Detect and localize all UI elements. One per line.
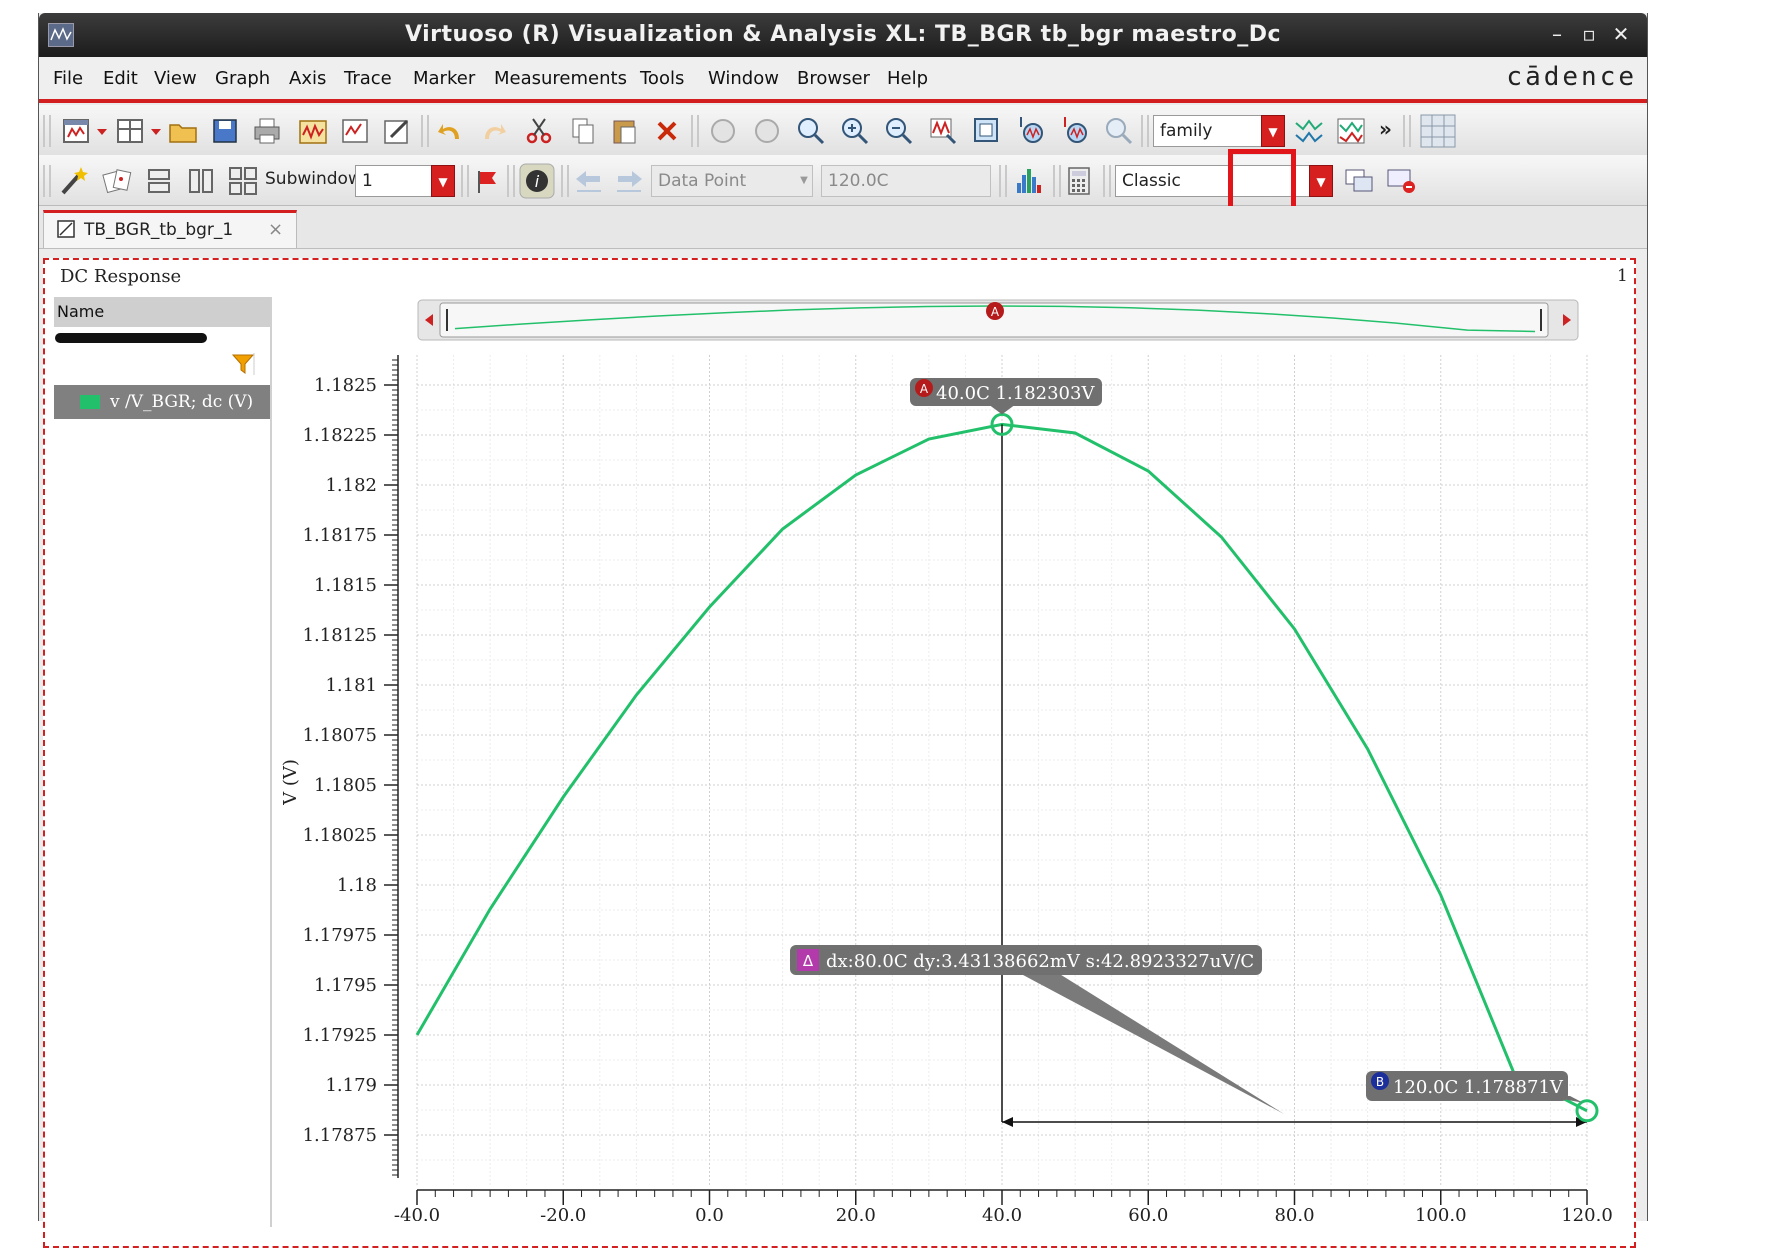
y-tick-label: 1.17975 (303, 925, 377, 946)
y-tick-label: 1.18025 (303, 825, 377, 846)
x-tick-label: 20.0 (836, 1205, 876, 1221)
delta-pointer (1010, 968, 1284, 1114)
x-tick-label: 60.0 (1128, 1205, 1168, 1221)
x-tick-label: 80.0 (1274, 1205, 1314, 1221)
x-tick-label: -40.0 (394, 1205, 440, 1221)
x-tick-label: -20.0 (540, 1205, 586, 1221)
marker-b-letter: B (1376, 1075, 1384, 1089)
marker-b-label-text: 120.0C 1.178871V (1393, 1077, 1564, 1098)
overview-marker-a-letter: A (991, 305, 1000, 319)
y-tick-label: 1.18125 (303, 625, 377, 646)
marker-b-label[interactable]: B 120.0C 1.178871V (1366, 1071, 1583, 1103)
y-tick-label: 1.18075 (303, 725, 377, 746)
delta-symbol: Δ (803, 952, 814, 970)
x-tick-label: 120.0 (1561, 1205, 1613, 1221)
y-tick-label: 1.18225 (303, 425, 377, 446)
y-tick-label: 1.17875 (303, 1125, 377, 1146)
x-tick-label: 100.0 (1415, 1205, 1467, 1221)
y-tick-label: 1.1825 (314, 375, 377, 396)
x-tick-label: 0.0 (695, 1205, 724, 1221)
y-tick-label: 1.1795 (314, 975, 377, 996)
delta-label[interactable]: Δdx:80.0C dy:3.43138662mV s:42.8923327uV… (790, 945, 1284, 1114)
x-tick-label: 40.0 (982, 1205, 1022, 1221)
y-tick-label: 1.181 (325, 675, 377, 696)
y-tick-label: 1.182 (325, 475, 377, 496)
y-tick-label: 1.179 (325, 1075, 377, 1096)
y-tick-label: 1.1815 (314, 575, 377, 596)
y-tick-label: 1.1805 (314, 775, 377, 796)
dc-response-chart[interactable]: 1.1825 1.18225 1.182 1.18175 1.1815 1.18125 1.… (0, 0, 1776, 1221)
marker-a-letter: A (920, 382, 929, 396)
y-tick-label: 1.18 (337, 875, 377, 896)
y-axis-label: V (V) (280, 759, 301, 806)
marker-a-label[interactable]: A 40.0C 1.182303V (910, 378, 1102, 415)
delta-arrow-left (1002, 1117, 1013, 1127)
delta-label-text: dx:80.0C dy:3.43138662mV s:42.8923327uV/… (826, 951, 1254, 972)
marker-a-label-text: 40.0C 1.182303V (936, 383, 1095, 404)
y-tick-label: 1.17925 (303, 1025, 377, 1046)
y-tick-label: 1.18175 (303, 525, 377, 546)
